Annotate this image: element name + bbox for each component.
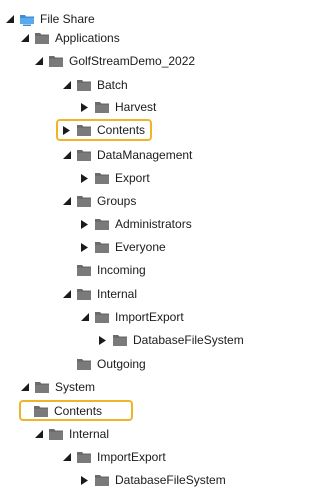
tree-node-importexport[interactable]: ImportExport [80, 307, 184, 327]
file-share-tree: File Share Applications GolfStreamDemo_2… [0, 0, 244, 494]
tree-node-label: Export [115, 171, 150, 185]
tree-node-label: Everyone [115, 240, 166, 254]
tree-node-incoming[interactable]: Incoming [77, 260, 146, 280]
folder-icon [95, 172, 109, 184]
folder-icon [34, 405, 48, 417]
tree-node-groups[interactable]: Groups [62, 191, 136, 211]
expanded-triangle-icon[interactable] [62, 197, 71, 206]
tree-node-contents[interactable]: Contents [62, 120, 145, 140]
folder-icon [77, 124, 91, 136]
folder-icon [113, 334, 127, 346]
tree-node-label: Harvest [115, 100, 157, 114]
tree-node-golfstreamdemo-2022[interactable]: GolfStreamDemo_2022 [34, 51, 195, 71]
tree-node-datamanagement[interactable]: DataManagement [62, 145, 192, 165]
tree-node-applications[interactable]: Applications [20, 28, 120, 48]
tree-node-label: Groups [97, 194, 137, 208]
tree-node-harvest[interactable]: Harvest [80, 97, 156, 117]
expanded-triangle-icon[interactable] [62, 290, 71, 299]
folder-icon [77, 264, 91, 276]
tree-node-label: Administrators [115, 217, 192, 231]
tree-node-label: Incoming [97, 263, 146, 277]
folder-icon [77, 149, 91, 161]
tree-node-label: GolfStreamDemo_2022 [69, 54, 196, 68]
collapsed-triangle-icon[interactable] [80, 219, 89, 229]
expanded-triangle-icon[interactable] [20, 383, 29, 392]
tree-node-label: DataManagement [97, 148, 193, 162]
collapsed-triangle-icon[interactable] [62, 125, 71, 135]
tree-node-file-share[interactable]: File Share [5, 9, 95, 29]
expanded-triangle-icon[interactable] [80, 313, 89, 322]
folder-icon [35, 32, 49, 44]
folder-icon [95, 101, 109, 113]
folder-icon [95, 218, 109, 230]
tree-node-label: ImportExport [97, 450, 166, 464]
tree-node-label: System [55, 380, 96, 394]
expanded-triangle-icon[interactable] [62, 453, 71, 462]
collapsed-triangle-icon[interactable] [98, 335, 107, 345]
folder-icon [49, 55, 63, 67]
expanded-triangle-icon[interactable] [62, 151, 71, 160]
folder-icon [77, 451, 91, 463]
expanded-triangle-icon[interactable] [34, 57, 43, 66]
tree-node-label: ImportExport [115, 310, 184, 324]
expanded-triangle-icon[interactable] [20, 34, 29, 43]
folder-icon [95, 311, 109, 323]
tree-node-system-importexport[interactable]: ImportExport [62, 447, 166, 467]
folder-icon [77, 195, 91, 207]
tree-node-label: Batch [97, 78, 128, 92]
tree-node-label: File Share [40, 12, 95, 26]
tree-node-label: Contents [97, 123, 146, 137]
tree-node-outgoing[interactable]: Outgoing [77, 354, 146, 374]
tree-node-system-internal[interactable]: Internal [34, 424, 109, 444]
tree-node-label: Outgoing [97, 357, 146, 371]
tree-node-everyone[interactable]: Everyone [80, 237, 166, 257]
tree-node-batch[interactable]: Batch [62, 75, 128, 95]
folder-icon [95, 474, 109, 486]
expanded-triangle-icon[interactable] [5, 15, 14, 24]
expanded-triangle-icon[interactable] [34, 430, 43, 439]
folder-icon [35, 381, 49, 393]
network-folder-icon [20, 14, 34, 26]
collapsed-triangle-icon[interactable] [80, 475, 89, 485]
collapsed-triangle-icon[interactable] [80, 102, 89, 112]
folder-icon [77, 288, 91, 300]
collapsed-triangle-icon[interactable] [80, 242, 89, 252]
tree-node-label: DatabaseFileSystem [133, 333, 244, 347]
folder-icon [95, 241, 109, 253]
tree-node-databasefilesystem[interactable]: DatabaseFileSystem [98, 330, 244, 350]
tree-node-label: Contents [54, 404, 103, 418]
tree-node-system-contents[interactable]: Contents [34, 401, 102, 421]
expanded-triangle-icon[interactable] [62, 81, 71, 90]
tree-node-label: DatabaseFileSystem [115, 473, 226, 487]
collapsed-triangle-icon[interactable] [80, 173, 89, 183]
tree-node-label: Applications [55, 31, 120, 45]
tree-node-system-databasefilesystem[interactable]: DatabaseFileSystem [80, 470, 226, 490]
tree-node-administrators[interactable]: Administrators [80, 214, 192, 234]
folder-icon [77, 358, 91, 370]
tree-node-label: Internal [97, 287, 138, 301]
tree-node-internal[interactable]: Internal [62, 284, 137, 304]
folder-icon [49, 428, 63, 440]
tree-node-label: Internal [69, 427, 110, 441]
folder-icon [77, 79, 91, 91]
tree-node-export[interactable]: Export [80, 168, 150, 188]
tree-node-system[interactable]: System [20, 377, 95, 397]
